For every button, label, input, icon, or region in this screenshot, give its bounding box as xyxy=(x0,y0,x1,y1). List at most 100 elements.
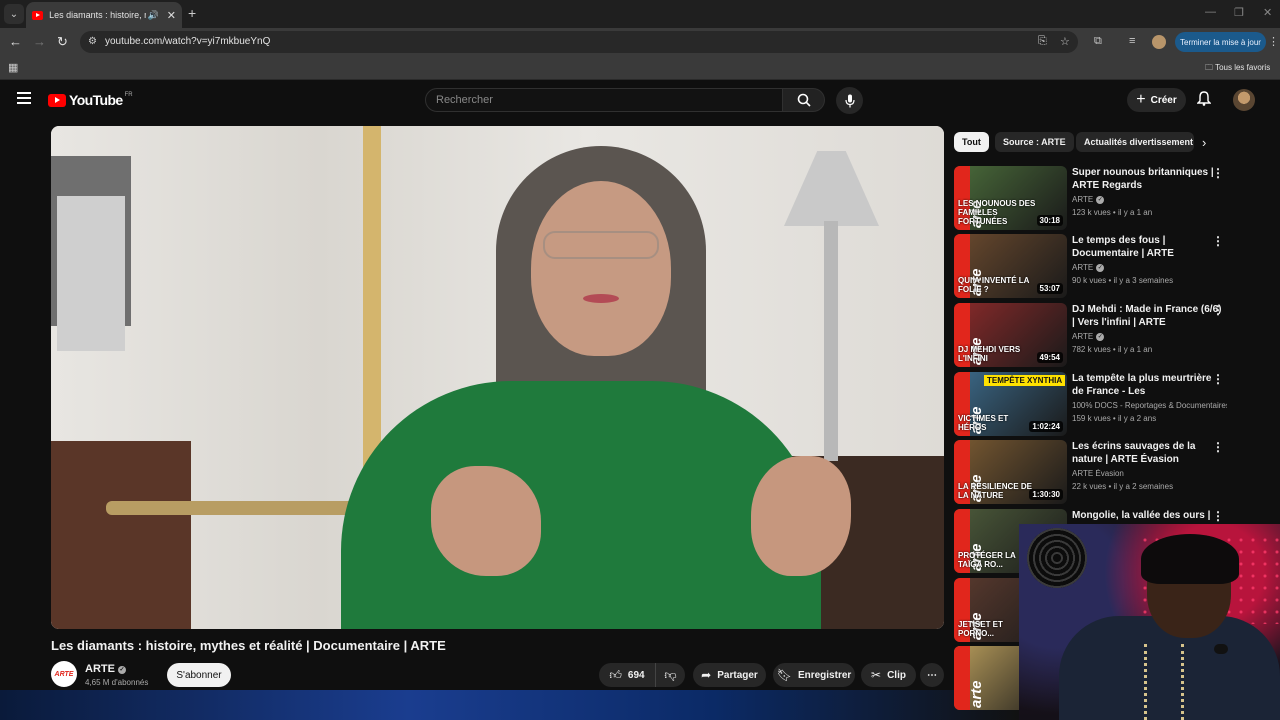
recommendation-channel[interactable]: ARTE ✓ xyxy=(1072,263,1227,272)
search-button[interactable] xyxy=(783,88,825,112)
recommendation-channel[interactable]: ARTE ✓ xyxy=(1072,195,1227,204)
recommendation-item[interactable]: arte LES NOUNOUS DES FAMILLES FORTUNÉES 30… xyxy=(954,166,1274,232)
browser-tab[interactable]: Les diamants : histoire, mythes et réali… xyxy=(26,2,182,28)
save-button[interactable]: 🔖︎ Enregistrer xyxy=(773,663,855,687)
recommendation-title[interactable]: Mongolie, la vallée des ours | xyxy=(1072,509,1222,522)
finish-update-button[interactable]: Terminer la mise à jour xyxy=(1175,32,1266,52)
notifications-bell-icon[interactable] xyxy=(1196,91,1212,109)
thumbnail-caption: QUI A INVENTÉ LA FOLIE ? xyxy=(958,276,1030,294)
chip-entertainment-news[interactable]: Actualités divertissement xyxy=(1076,132,1194,152)
youtube-play-icon xyxy=(48,93,66,107)
more-vertical-icon[interactable]: ⋮ xyxy=(1212,303,1224,317)
hamburger-menu-icon[interactable] xyxy=(17,92,31,104)
address-bar[interactable]: ⚙ youtube.com/watch?v=yi7mkbueYnQ ⎘ ☆ xyxy=(80,31,1078,53)
more-vertical-icon[interactable]: ⋮ xyxy=(1212,234,1224,248)
microphone-icon xyxy=(844,94,855,107)
recommendation-channel[interactable]: ARTE ✓ xyxy=(1072,332,1227,341)
thumbs-up-icon: 👍︎ xyxy=(609,667,622,682)
recommendation-title[interactable]: Le temps des fous | Documentaire | ARTE xyxy=(1072,234,1222,260)
dislike-button[interactable]: 👎︎ xyxy=(655,663,685,687)
close-window-icon[interactable]: ✕ xyxy=(1263,6,1272,19)
account-avatar[interactable] xyxy=(1233,89,1255,111)
channel-name[interactable]: ARTE xyxy=(85,663,115,675)
reload-icon[interactable]: ↻ xyxy=(57,34,68,50)
thumbnail-tag: TEMPÊTE XYNTHIA xyxy=(984,375,1066,386)
recommendation-title[interactable]: Les écrins sauvages de la nature | ARTE … xyxy=(1072,440,1222,466)
install-app-icon[interactable]: ⎘ xyxy=(1038,35,1047,48)
country-code: FR xyxy=(124,92,133,98)
all-bookmarks-folder[interactable]: 🗀 Tous les favoris xyxy=(1205,62,1270,76)
tab-title: Les diamants : histoire, mythes et réali… xyxy=(49,10,145,20)
recommendation-meta: 90 k vues • il y a 3 semaines xyxy=(1072,276,1174,285)
thumbnail-caption: LES NOUNOUS DES FAMILLES FORTUNÉES xyxy=(958,199,1036,226)
restore-icon[interactable]: ❐ xyxy=(1234,6,1244,19)
more-vertical-icon[interactable]: ⋮ xyxy=(1212,509,1224,523)
tab-search-chevron-icon[interactable]: ⌄ xyxy=(4,4,24,24)
more-horizontal-icon: ⋯ xyxy=(927,669,937,681)
recommendation-item[interactable]: arte DJ MEHDI VERS L'INFINI 49:54 DJ Mehdi … xyxy=(954,303,1274,369)
more-vertical-icon[interactable]: ⋮ xyxy=(1212,166,1224,180)
recommendation-item[interactable]: arte TEMPÊTE XYNTHIA VICTIMES ET HÉROS 1:02… xyxy=(954,372,1274,438)
video-thumbnail[interactable]: arte LES NOUNOUS DES FAMILLES FORTUNÉES 30… xyxy=(954,166,1067,230)
recommendation-meta: 782 k vues • il y a 1 an xyxy=(1072,345,1153,354)
recommendation-channel[interactable]: ARTE Évasion xyxy=(1072,469,1227,478)
chip-all[interactable]: Tout xyxy=(954,132,989,152)
video-thumbnail[interactable]: arte DJ MEHDI VERS L'INFINI 49:54 xyxy=(954,303,1067,367)
more-vertical-icon[interactable]: ⋮ xyxy=(1212,440,1224,454)
recommendation-channel-name[interactable]: ARTE xyxy=(1072,263,1093,272)
video-thumbnail[interactable]: arte QUI A INVENTÉ LA FOLIE ? 53:07 xyxy=(954,234,1067,298)
thumbnail-caption: LA RÉSILIENCE DE LA NATURE xyxy=(958,482,1032,500)
recommendation-channel-name[interactable]: 100% DOCS - Reportages & Documentaires xyxy=(1072,401,1227,410)
recommendation-title[interactable]: DJ Mehdi : Made in France (6/6) | Vers l… xyxy=(1072,303,1222,329)
channel-name-row[interactable]: ARTE ✓ xyxy=(85,663,126,675)
create-button[interactable]: + Créer xyxy=(1127,88,1186,112)
recommendation-channel-name[interactable]: ARTE xyxy=(1072,332,1093,341)
recommendation-channel-name[interactable]: ARTE Évasion xyxy=(1072,469,1124,478)
menu-kebab-icon[interactable]: ⋮ xyxy=(1268,35,1279,48)
search-input[interactable] xyxy=(426,89,782,111)
youtube-masthead: YouTube FR + Créer xyxy=(0,81,1280,119)
forward-arrow-icon[interactable]: → xyxy=(33,34,46,49)
site-settings-icon[interactable]: ⚙ xyxy=(88,36,100,48)
video-player[interactable] xyxy=(51,126,944,629)
recommendation-title[interactable]: La tempête la plus meurtrière de France … xyxy=(1072,372,1222,398)
minimize-icon[interactable]: — xyxy=(1205,6,1216,18)
chip-source-arte[interactable]: Source : ARTE xyxy=(995,132,1074,152)
upload-age: il y a 2 ans xyxy=(1117,414,1157,423)
video-thumbnail[interactable]: arte LA RÉSILIENCE DE LA NATURE 1:30:30 xyxy=(954,440,1067,504)
recommendation-channel-name[interactable]: ARTE xyxy=(1072,195,1093,204)
video-presenter-glasses xyxy=(543,231,659,259)
recommendation-item[interactable]: arte QUI A INVENTÉ LA FOLIE ? 53:07 Le temp… xyxy=(954,234,1274,300)
profile-avatar[interactable] xyxy=(1152,35,1166,49)
share-button[interactable]: ➦ Partager xyxy=(693,663,766,687)
recommendation-title[interactable]: Super nounous britanniques | ARTE Regard… xyxy=(1072,166,1222,192)
chips-next-chevron-icon[interactable]: › xyxy=(1202,135,1206,150)
reading-list-icon[interactable]: ≡ xyxy=(1129,35,1135,47)
verified-check-icon: ✓ xyxy=(1096,333,1105,341)
bookmark-star-icon[interactable]: ☆ xyxy=(1060,35,1070,48)
more-actions-button[interactable]: ⋯ xyxy=(920,663,944,687)
address-url[interactable]: youtube.com/watch?v=yi7mkbueYnQ xyxy=(105,36,270,47)
subscribe-button[interactable]: S'abonner xyxy=(167,663,231,687)
apps-grid-icon[interactable]: ▦ xyxy=(8,61,18,74)
channel-avatar[interactable]: ARTE xyxy=(51,661,77,687)
view-count: 159 k vues xyxy=(1072,414,1111,423)
more-vertical-icon[interactable]: ⋮ xyxy=(1212,372,1224,386)
recommendation-channel[interactable]: 100% DOCS - Reportages & Documentaires xyxy=(1072,401,1227,410)
video-thumbnail[interactable]: arte TEMPÊTE XYNTHIA VICTIMES ET HÉROS 1:02… xyxy=(954,372,1067,436)
new-tab-plus-icon[interactable]: + xyxy=(188,5,196,21)
video-presenter-hand-left xyxy=(431,466,541,576)
voice-search-button[interactable] xyxy=(836,87,863,114)
youtube-logo[interactable]: YouTube FR xyxy=(48,92,133,108)
speaker-icon[interactable]: 🔊 xyxy=(148,10,159,21)
clip-button[interactable]: ✂ Clip xyxy=(861,663,916,687)
tab-close-icon[interactable]: ✕ xyxy=(167,9,176,22)
recommendation-item[interactable]: arte LA RÉSILIENCE DE LA NATURE 1:30:30 Les… xyxy=(954,440,1274,506)
extensions-puzzle-icon[interactable]: ⧉ xyxy=(1094,35,1102,48)
back-arrow-icon[interactable]: ← xyxy=(9,34,22,49)
recommendation-meta: 22 k vues • il y a 2 semaines xyxy=(1072,482,1174,491)
recommendation-meta: 123 k vues • il y a 1 an xyxy=(1072,208,1153,217)
search-box[interactable] xyxy=(425,88,783,112)
like-button[interactable]: 👍︎ 694 xyxy=(599,663,655,687)
video-presenter-body xyxy=(341,381,821,629)
